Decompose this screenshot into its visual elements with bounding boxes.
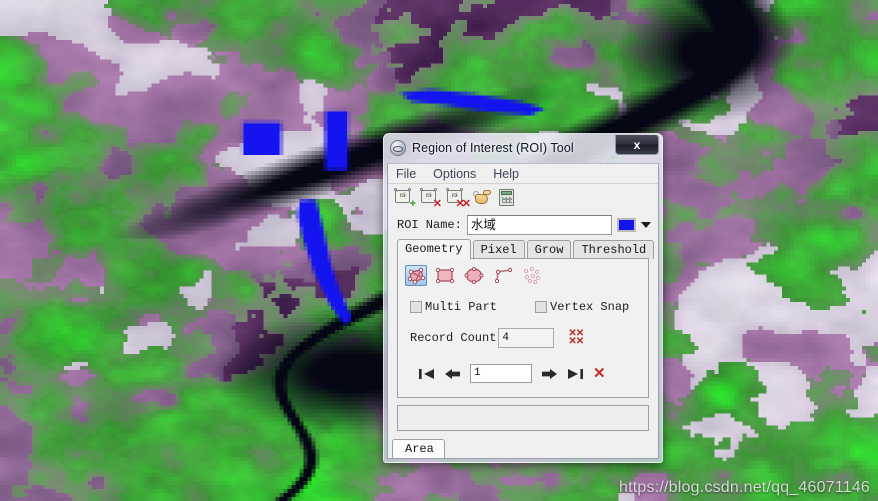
new-roi-icon[interactable]: roi +	[394, 187, 416, 209]
first-record-button[interactable]	[418, 367, 435, 381]
window-title: Region of Interest (ROI) Tool	[412, 141, 574, 155]
roi-tool-dialog[interactable]: Region of Interest (ROI) Tool x File Opt…	[383, 133, 663, 463]
polygon-tool[interactable]	[405, 265, 427, 286]
delete-roi-icon[interactable]: roi ✕	[420, 187, 442, 209]
checkbox-box	[410, 301, 422, 313]
record-navigation-row: 1 ✕	[398, 348, 648, 383]
title-bar[interactable]: Region of Interest (ROI) Tool x	[383, 133, 663, 163]
menu-bar: File Options Help	[388, 164, 658, 184]
record-count-row: Record Count 4 ✕✕ ✕✕	[398, 314, 648, 348]
multi-part-label: Multi Part	[425, 300, 498, 314]
tab-strip: Geometry Pixel Grow Threshold	[388, 239, 658, 259]
menu-help[interactable]: Help	[493, 167, 519, 181]
bottom-tab-strip: Area	[388, 439, 658, 458]
tab-geometry[interactable]: Geometry	[397, 239, 471, 259]
vertex-snap-checkbox[interactable]: Vertex Snap	[535, 300, 629, 314]
shape-tool-row	[398, 259, 648, 286]
delete-all-roi-icon[interactable]: roi ✕✕	[446, 187, 471, 209]
statistics-calculator-icon[interactable]	[499, 188, 519, 208]
checkbox-row: Multi Part Vertex Snap	[398, 286, 648, 314]
close-button[interactable]: x	[615, 135, 659, 155]
roi-list-box[interactable]	[397, 405, 649, 431]
roi-name-input[interactable]: 水域	[466, 215, 612, 235]
area-panel	[392, 458, 654, 459]
multi-part-checkbox[interactable]: Multi Part	[410, 300, 497, 314]
previous-record-button[interactable]	[444, 367, 461, 381]
watermark-url: https://blog.csdn.net/qq_46071146	[619, 479, 870, 496]
roi-name-label: ROI Name:	[397, 218, 462, 232]
point-tool[interactable]	[521, 265, 543, 286]
close-icon: x	[633, 137, 641, 152]
record-count-value[interactable]: 4	[498, 328, 555, 348]
tab-threshold[interactable]: Threshold	[573, 240, 655, 259]
tab-pixel[interactable]: Pixel	[472, 240, 525, 259]
chevron-down-icon[interactable]	[641, 222, 651, 228]
record-count-label: Record Count	[410, 331, 497, 345]
roi-name-row: ROI Name: 水域	[388, 212, 658, 238]
delete-record-button[interactable]: ✕	[593, 366, 606, 381]
polyline-tool[interactable]	[492, 265, 514, 286]
roi-color-swatch[interactable]	[617, 218, 636, 232]
geometry-panel: Multi Part Vertex Snap Record Count 4 ✕✕…	[397, 258, 649, 398]
menu-file[interactable]: File	[396, 167, 416, 181]
checkbox-box	[535, 301, 548, 313]
menu-options[interactable]: Options	[433, 167, 476, 181]
rectangle-tool[interactable]	[434, 265, 456, 286]
screenshot-root: Region of Interest (ROI) Tool x File Opt…	[0, 0, 878, 501]
last-record-button[interactable]	[567, 367, 584, 381]
current-record-input[interactable]: 1	[470, 364, 532, 383]
toolbar: roi + roi ✕ roi ✕✕	[388, 184, 658, 212]
delete-all-records-icon[interactable]: ✕✕ ✕✕	[568, 329, 584, 347]
next-record-button[interactable]	[541, 367, 558, 381]
roi-app-icon	[390, 140, 406, 156]
tab-area[interactable]: Area	[392, 439, 445, 458]
dialog-client-area: File Options Help roi + roi ✕ roi ✕✕ ROI…	[387, 163, 659, 459]
hand-pointer-icon[interactable]	[473, 189, 493, 208]
tab-grow[interactable]: Grow	[526, 240, 572, 259]
vertex-snap-label: Vertex Snap	[550, 300, 630, 314]
ellipse-tool[interactable]	[463, 265, 485, 286]
